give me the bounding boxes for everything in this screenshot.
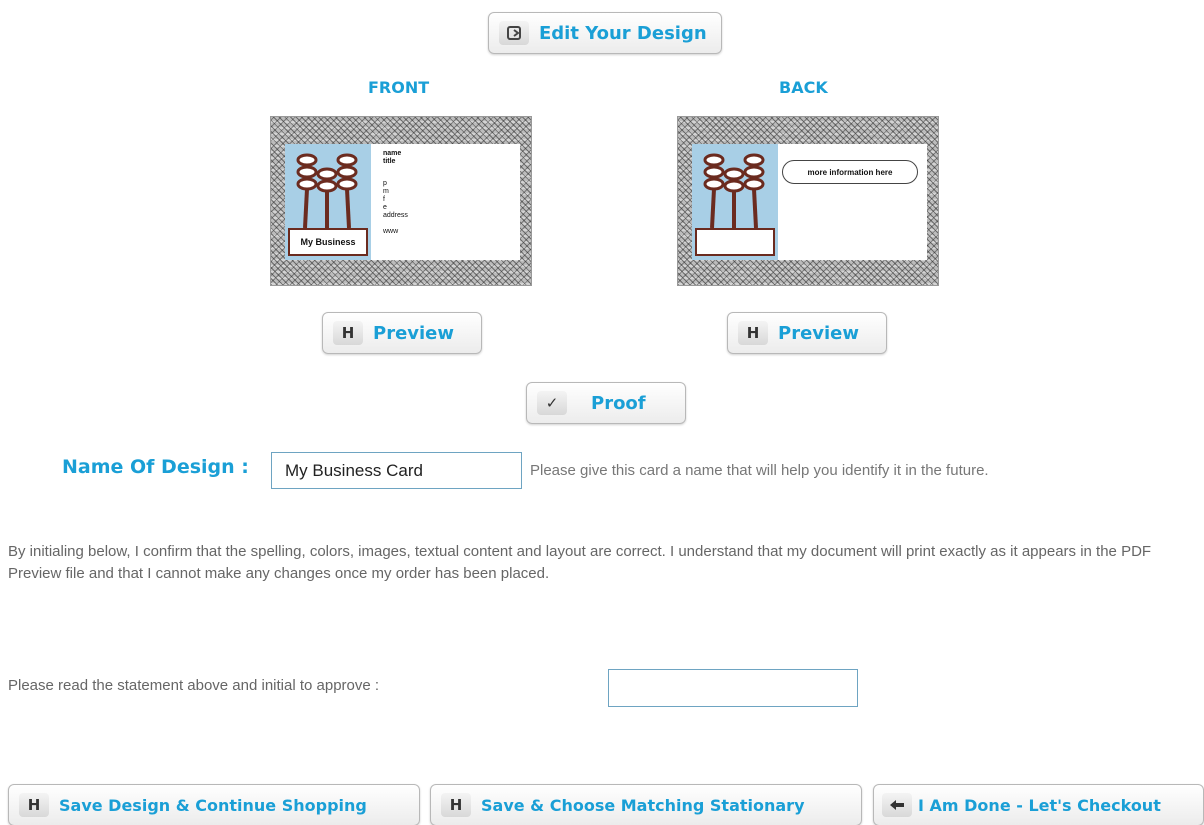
front-card-business-name: My Business bbox=[288, 228, 368, 256]
back-card-face: more information here bbox=[692, 144, 927, 260]
save-icon: H bbox=[441, 793, 471, 817]
card-line: e bbox=[383, 204, 387, 211]
save-icon: H bbox=[19, 793, 49, 817]
card-line: name bbox=[383, 150, 402, 157]
edit-icon bbox=[499, 21, 529, 45]
card-line: f bbox=[383, 196, 385, 203]
design-name-input[interactable]: My Business Card bbox=[271, 452, 522, 489]
save-continue-label: Save Design & Continue Shopping bbox=[59, 795, 367, 815]
initial-input[interactable] bbox=[608, 669, 858, 707]
edit-design-label: Edit Your Design bbox=[539, 22, 707, 44]
initial-label: Please read the statement above and init… bbox=[8, 677, 380, 694]
save-matching-stationary-button[interactable]: H Save & Choose Matching Stationary bbox=[430, 784, 862, 825]
back-card-info: more information here bbox=[782, 160, 918, 184]
back-arrow-icon bbox=[882, 793, 912, 817]
back-card-name-box bbox=[695, 228, 775, 256]
card-line: m bbox=[383, 188, 389, 195]
front-preview-button[interactable]: H Preview bbox=[322, 312, 482, 354]
card-line: title bbox=[383, 158, 396, 165]
approval-statement: By initialing below, I confirm that the … bbox=[8, 543, 1152, 582]
design-name-label: Name Of Design : bbox=[62, 456, 249, 478]
card-line: www bbox=[383, 228, 399, 235]
save-continue-shopping-button[interactable]: H Save Design & Continue Shopping bbox=[8, 784, 420, 825]
checkmark-icon: ✓ bbox=[537, 391, 567, 415]
design-name-hint: Please give this card a name that will h… bbox=[530, 462, 989, 479]
preview-icon: H bbox=[738, 321, 768, 345]
back-preview-button[interactable]: H Preview bbox=[727, 312, 887, 354]
front-heading: FRONT bbox=[368, 78, 430, 97]
save-matching-label: Save & Choose Matching Stationary bbox=[481, 795, 805, 815]
back-preview-label: Preview bbox=[778, 322, 860, 344]
front-preview-label: Preview bbox=[373, 322, 455, 344]
proof-button[interactable]: ✓ Proof bbox=[526, 382, 686, 424]
front-card-face: My Business name title p m f e address w… bbox=[285, 144, 520, 260]
preview-icon: H bbox=[333, 321, 363, 345]
checkout-label: I Am Done - Let's Checkout bbox=[918, 795, 1161, 815]
front-card-thumbnail[interactable]: My Business name title p m f e address w… bbox=[270, 116, 532, 286]
checkout-button[interactable]: I Am Done - Let's Checkout bbox=[873, 784, 1204, 825]
proof-label: Proof bbox=[591, 392, 646, 414]
back-heading: BACK bbox=[779, 78, 828, 97]
back-card-thumbnail[interactable]: more information here bbox=[677, 116, 939, 286]
front-card-text: name title p m f e address www bbox=[383, 150, 408, 236]
edit-design-button[interactable]: Edit Your Design bbox=[488, 12, 722, 54]
card-line: address bbox=[383, 212, 408, 219]
card-line: p bbox=[383, 180, 387, 187]
